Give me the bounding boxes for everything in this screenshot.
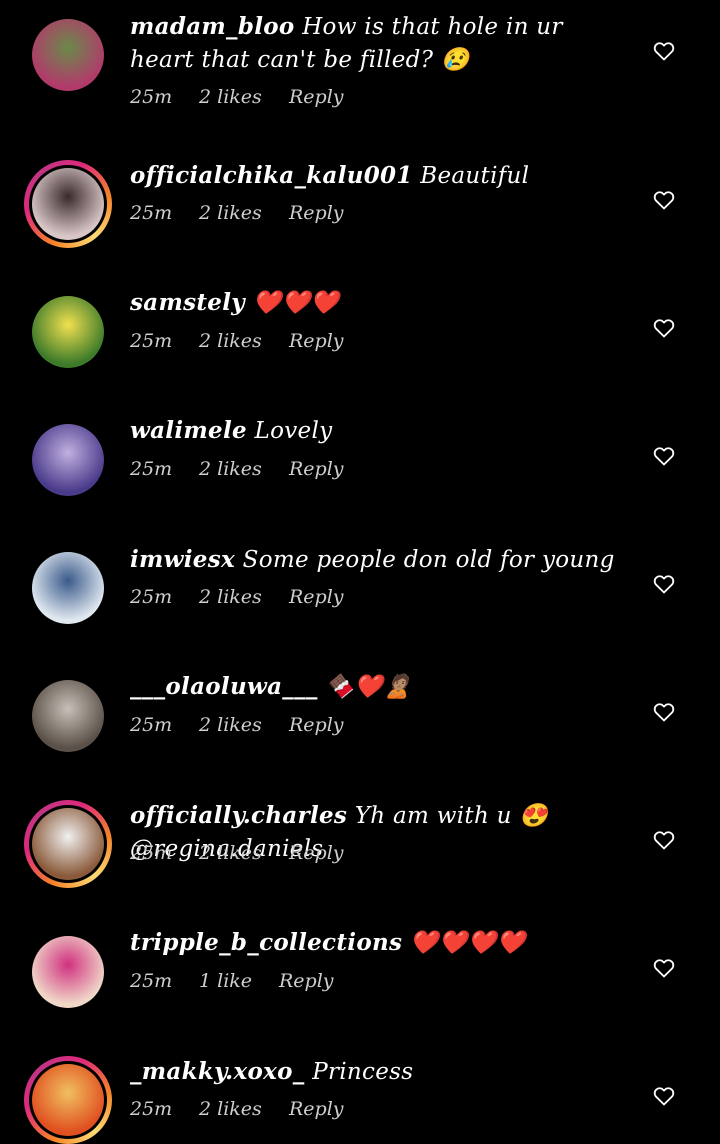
reply-button[interactable]: Reply	[289, 202, 344, 224]
comment-username[interactable]: madam_bloo	[130, 13, 295, 40]
comment-timestamp: 25m	[130, 970, 173, 992]
avatar-4[interactable]	[24, 544, 112, 632]
avatar-frame	[29, 933, 107, 1011]
avatar-frame	[29, 549, 107, 627]
comment-text-line: tripple_b_collections ❤️❤️❤️❤️	[130, 926, 630, 960]
comment-like-count[interactable]: 2 likes	[199, 330, 289, 352]
avatar-image	[32, 424, 104, 496]
avatar-frame	[29, 805, 107, 883]
heart-outline-icon[interactable]	[652, 39, 676, 63]
avatar-image	[32, 552, 104, 624]
comment-username[interactable]: officially.charles	[130, 802, 347, 829]
heart-outline-icon[interactable]	[652, 828, 676, 852]
comment-timestamp: 25m	[130, 202, 173, 224]
comment-username[interactable]: ___olaoluwa___	[130, 673, 318, 700]
avatar-image	[32, 680, 104, 752]
comment-username[interactable]: tripple_b_collections	[130, 929, 402, 956]
avatar-image	[32, 19, 104, 91]
reply-button[interactable]: Reply	[279, 970, 334, 992]
comment-like-count[interactable]: 2 likes	[199, 586, 289, 608]
comment-timestamp: 25m	[130, 714, 173, 736]
avatar-image	[32, 168, 104, 240]
avatar-2[interactable]	[24, 288, 112, 376]
avatar-frame	[29, 1061, 107, 1139]
comment-like-count[interactable]: 1 like	[199, 970, 279, 992]
comment-like-count[interactable]: 2 likes	[199, 842, 289, 864]
avatar-7[interactable]	[24, 928, 112, 1016]
comment-meta: 25m 2 likes Reply	[130, 842, 344, 864]
comment-body: Princess	[312, 1059, 414, 1085]
comment-body: Lovely	[254, 418, 333, 444]
avatar-5[interactable]	[24, 672, 112, 760]
comment-username[interactable]: _makky.xoxo_	[130, 1058, 305, 1085]
reply-button[interactable]: Reply	[289, 330, 344, 352]
comment-body: ❤️❤️❤️	[252, 290, 340, 316]
comment-meta: 25m 2 likes Reply	[130, 714, 344, 736]
comment-timestamp: 25m	[130, 458, 173, 480]
heart-outline-icon[interactable]	[652, 700, 676, 724]
comment-meta: 25m 2 likes Reply	[130, 330, 344, 352]
avatar-6[interactable]	[24, 800, 112, 888]
reply-button[interactable]: Reply	[289, 86, 344, 108]
reply-button[interactable]: Reply	[289, 714, 344, 736]
comment-timestamp: 25m	[130, 1098, 173, 1120]
avatar-image	[32, 808, 104, 880]
comment-meta: 25m 2 likes Reply	[130, 202, 344, 224]
comment-like-count[interactable]: 2 likes	[199, 86, 289, 108]
comment-text-line: imwiesx Some people don old for young	[130, 543, 630, 577]
comment-meta: 25m 2 likes Reply	[130, 586, 344, 608]
comment-timestamp: 25m	[130, 586, 173, 608]
comment-meta: 25m 2 likes Reply	[130, 1098, 344, 1120]
avatar-3[interactable]	[24, 416, 112, 504]
comment-text-line: _makky.xoxo_ Princess	[130, 1055, 630, 1089]
comment-text-line: samstely ❤️❤️❤️	[130, 286, 630, 320]
avatar-frame	[29, 293, 107, 371]
heart-outline-icon[interactable]	[652, 316, 676, 340]
avatar-image	[32, 296, 104, 368]
comment-timestamp: 25m	[130, 842, 173, 864]
avatar-frame	[29, 421, 107, 499]
comment-username[interactable]: imwiesx	[130, 546, 235, 573]
comment-username[interactable]: walimele	[130, 417, 247, 444]
comment-like-count[interactable]: 2 likes	[199, 202, 289, 224]
avatar-8[interactable]	[24, 1056, 112, 1144]
avatar-frame	[29, 16, 107, 94]
comment-text-line: madam_bloo How is that hole in ur heart …	[130, 10, 630, 77]
heart-outline-icon[interactable]	[652, 444, 676, 468]
comment-timestamp: 25m	[130, 86, 173, 108]
avatar-1[interactable]	[24, 160, 112, 248]
heart-outline-icon[interactable]	[652, 1084, 676, 1108]
comment-timestamp: 25m	[130, 330, 173, 352]
comment-text-line: ___olaoluwa___ 🍫❤️🙎🏽	[130, 670, 630, 704]
avatar-image	[32, 936, 104, 1008]
heart-outline-icon[interactable]	[652, 572, 676, 596]
comment-meta: 25m 2 likes Reply	[130, 458, 344, 480]
comment-like-count[interactable]: 2 likes	[199, 714, 289, 736]
avatar-frame	[29, 165, 107, 243]
comment-like-count[interactable]: 2 likes	[199, 458, 289, 480]
comment-text-line: officialchika_kalu001 Beautiful	[130, 159, 630, 193]
reply-button[interactable]: Reply	[289, 1098, 344, 1120]
comment-text-line: walimele Lovely	[130, 414, 630, 448]
comment-body: ❤️❤️❤️❤️	[409, 930, 526, 956]
comment-meta: 25m 1 like Reply	[130, 970, 334, 992]
comment-meta: 25m 2 likes Reply	[130, 86, 344, 108]
reply-button[interactable]: Reply	[289, 842, 344, 864]
heart-outline-icon[interactable]	[652, 188, 676, 212]
heart-outline-icon[interactable]	[652, 956, 676, 980]
comment-username[interactable]: samstely	[130, 289, 245, 316]
avatar-frame	[29, 677, 107, 755]
comment-username[interactable]: officialchika_kalu001	[130, 162, 413, 189]
comment-body: 🍫❤️🙎🏽	[325, 674, 413, 700]
reply-button[interactable]: Reply	[289, 586, 344, 608]
comment-body: Beautiful	[420, 163, 530, 189]
comment-like-count[interactable]: 2 likes	[199, 1098, 289, 1120]
comment-body: Some people don old for young	[242, 547, 615, 573]
avatar-0[interactable]	[24, 11, 112, 99]
avatar-image	[32, 1064, 104, 1136]
reply-button[interactable]: Reply	[289, 458, 344, 480]
